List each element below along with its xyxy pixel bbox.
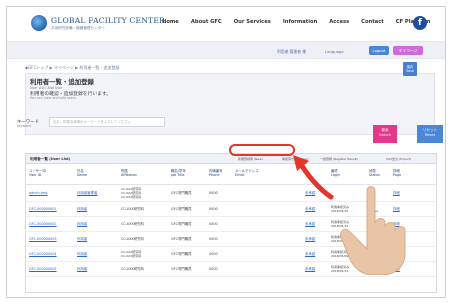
cell-user-id[interactable]: GFC-000000005	[26, 261, 74, 277]
highlight-circle	[229, 144, 295, 156]
col-job-title: 職名/学年 Job Title	[168, 166, 206, 185]
table-toolbar: 利用者一覧 (User List) 新規登録者 (New) 承認待ち (Wait…	[26, 154, 436, 164]
cell-name[interactable]: 利用者	[74, 216, 118, 232]
cell-job-title: GFC専門職員	[168, 184, 206, 202]
cell-phone: 0000	[206, 231, 232, 247]
filter-new-users[interactable]: 新規登録者 (New)	[238, 156, 263, 162]
col-name[interactable]: 氏名 Name	[74, 166, 118, 185]
page-description-en: You can view and add users.	[30, 96, 77, 100]
reset-button-label: リセット Reset	[422, 128, 438, 137]
breadcrumb[interactable]: ◆GFCトップ ▶ マイページ ▶ 利用者一覧・追加登録	[25, 65, 119, 71]
cell-job-title: GFC専門職員	[168, 246, 206, 262]
cell-user-id[interactable]: GFC-000000004	[26, 246, 74, 262]
cell-phone: 0000	[206, 246, 232, 262]
cell-job-title: GFC専門職員	[168, 261, 206, 277]
nav-about[interactable]: About GFC	[191, 19, 222, 25]
nav-home[interactable]: Home	[162, 19, 179, 25]
cell-affiliation: CC-XXX研究科 CC-XXX研究科	[118, 246, 168, 262]
page-title: 利用者一覧・追加登録	[30, 78, 94, 86]
pointing-hand-icon	[340, 186, 406, 275]
search-button-label: 検索 Search	[378, 128, 392, 137]
cell-user-id[interactable]: admin-test	[26, 184, 74, 202]
cell-phone: 0000	[206, 184, 232, 202]
col-status: 状態 Status	[366, 166, 390, 185]
col-phone: 内線番号 Phone	[206, 166, 232, 185]
logo-title[interactable]: GLOBAL FACILITY CENTER	[51, 16, 165, 25]
cell-approval[interactable]: 未承認	[302, 246, 328, 262]
reset-button[interactable]: リセット Reset	[417, 125, 443, 143]
cell-user-id[interactable]: GFC-000000001	[26, 201, 74, 217]
keyword-input[interactable]: 氏名、所属名称等のキーワードを入力してください	[49, 117, 165, 127]
cell-email	[232, 231, 302, 247]
col-user-id[interactable]: ユーザーID User ID	[26, 166, 74, 185]
cell-approval[interactable]: 未承認	[302, 201, 328, 217]
browser-screenshot: GLOBAL FACILITY CENTER 共用研究設備・機器管理センター H…	[6, 6, 446, 298]
logo-subtitle: 共用研究設備・機器管理センター	[51, 26, 105, 30]
table-title: 利用者一覧 (User List)	[30, 157, 71, 161]
logo-globe-icon[interactable]	[31, 15, 47, 31]
logout-button[interactable]: Logout	[369, 46, 389, 55]
cell-job-title: GFC専門職員	[168, 201, 206, 217]
cell-email	[232, 261, 302, 277]
facebook-icon[interactable]: f	[413, 16, 427, 30]
keyword-label-en: Keyword	[17, 124, 31, 128]
cell-email	[232, 216, 302, 232]
cell-affiliation: CC-XXX研究科	[118, 201, 168, 217]
nav-contact[interactable]: Contact	[361, 19, 384, 25]
mypage-button[interactable]: マイページ	[393, 46, 423, 55]
nav-services[interactable]: Our Services	[234, 19, 271, 25]
cell-name[interactable]: 利用者	[74, 261, 118, 277]
cell-phone: 0000	[206, 216, 232, 232]
cell-approval[interactable]: 未承認	[302, 216, 328, 232]
user-band: 利用者 管理者 様 Language Logout マイページ	[7, 41, 445, 59]
cell-name[interactable]: 利用者	[74, 231, 118, 247]
cell-affiliation: CC-XXX研究科	[118, 216, 168, 232]
cell-user-id[interactable]: GFC-000000003	[26, 231, 74, 247]
cell-user-id[interactable]: GFC-000000002	[26, 216, 74, 232]
col-affiliation: 所属 Affiliation	[118, 166, 168, 185]
cell-email	[232, 201, 302, 217]
filter-csv-export[interactable]: CSV出力 (Export)	[386, 156, 411, 162]
cell-job-title: GFC専門職員	[168, 231, 206, 247]
site-header: GLOBAL FACILITY CENTER 共用研究設備・機器管理センター H…	[7, 7, 445, 41]
red-arrow-icon	[293, 155, 334, 200]
cell-name[interactable]: 利用者	[74, 201, 118, 217]
main-nav: Home About GFC Our Services Information …	[162, 19, 442, 25]
search-button[interactable]: 検索 Search	[373, 125, 397, 143]
table-header-row: ユーザーID User ID 氏名 Name 所属 Affiliation 職名…	[26, 166, 436, 185]
user-name: 利用者 管理者 様	[277, 49, 306, 54]
cell-name[interactable]: 利用者管理者	[74, 184, 118, 202]
save-button[interactable]: 保存 Save	[403, 62, 417, 76]
cell-affiliation: CC-XXX研究科	[118, 231, 168, 247]
cell-job-title: GFC専門職員	[168, 216, 206, 232]
cell-affiliation: CC-XXX研究科	[118, 261, 168, 277]
nav-access[interactable]: Access	[329, 19, 349, 25]
cell-phone: 0000	[206, 201, 232, 217]
cell-affiliation: CC-XXX研究科 CC-XXX研究科 CC-XXX研究科	[118, 184, 168, 202]
cell-phone: 0000	[206, 261, 232, 277]
nav-information[interactable]: Information	[283, 19, 317, 25]
cell-approval[interactable]: 未承認	[302, 261, 328, 277]
col-detail: 詳細 Page	[390, 166, 436, 185]
cell-email	[232, 246, 302, 262]
language-link[interactable]: Language	[325, 49, 344, 54]
save-button-label: 保存 Save	[406, 65, 414, 73]
cell-approval[interactable]: 未承認	[302, 231, 328, 247]
cell-name[interactable]: 利用者	[74, 246, 118, 262]
